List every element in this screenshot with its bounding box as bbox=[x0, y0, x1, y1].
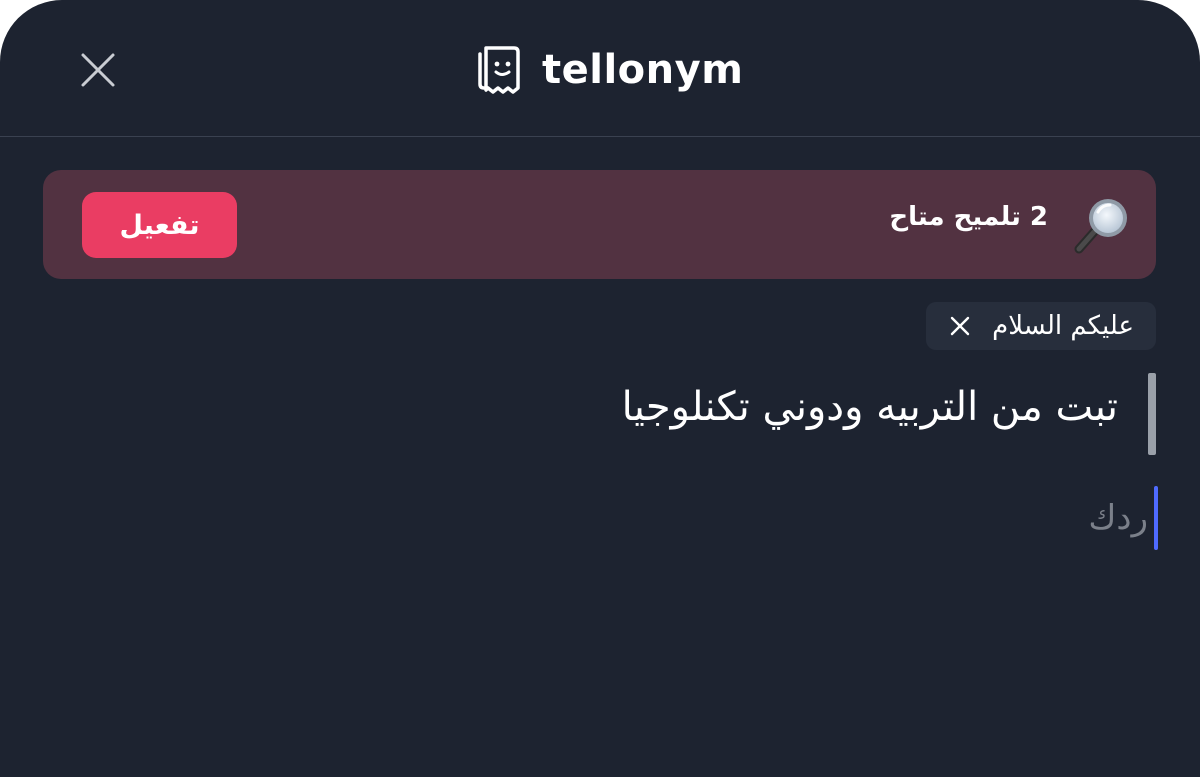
activate-button[interactable]: تفعيل bbox=[82, 192, 237, 258]
header: tellonym bbox=[0, 0, 1200, 137]
magnifier-icon bbox=[1074, 199, 1127, 254]
recipient-chip-label: عليكم السلام bbox=[992, 311, 1134, 341]
question-quote-bar bbox=[1148, 373, 1156, 455]
tellonym-compose-screen: tellonym تفعيل 2 تلميح متاح عليكم السلام bbox=[0, 0, 1200, 777]
tellonym-logo-icon bbox=[478, 46, 520, 94]
hint-count-label: 2 تلميح متاح bbox=[889, 202, 1048, 232]
chip-close-icon[interactable] bbox=[948, 314, 972, 338]
brand-logo: tellonym bbox=[476, 44, 743, 96]
reply-input[interactable] bbox=[556, 486, 1156, 550]
brand-name: tellonym bbox=[542, 47, 744, 93]
hint-banner: تفعيل 2 تلميح متاح bbox=[43, 170, 1156, 279]
recipient-chip: عليكم السلام bbox=[926, 302, 1156, 350]
close-icon bbox=[81, 53, 115, 87]
close-button[interactable] bbox=[78, 50, 118, 90]
question-text: تبت من التربيه ودوني تكنلوجيا bbox=[621, 384, 1118, 430]
text-caret bbox=[1154, 486, 1158, 550]
